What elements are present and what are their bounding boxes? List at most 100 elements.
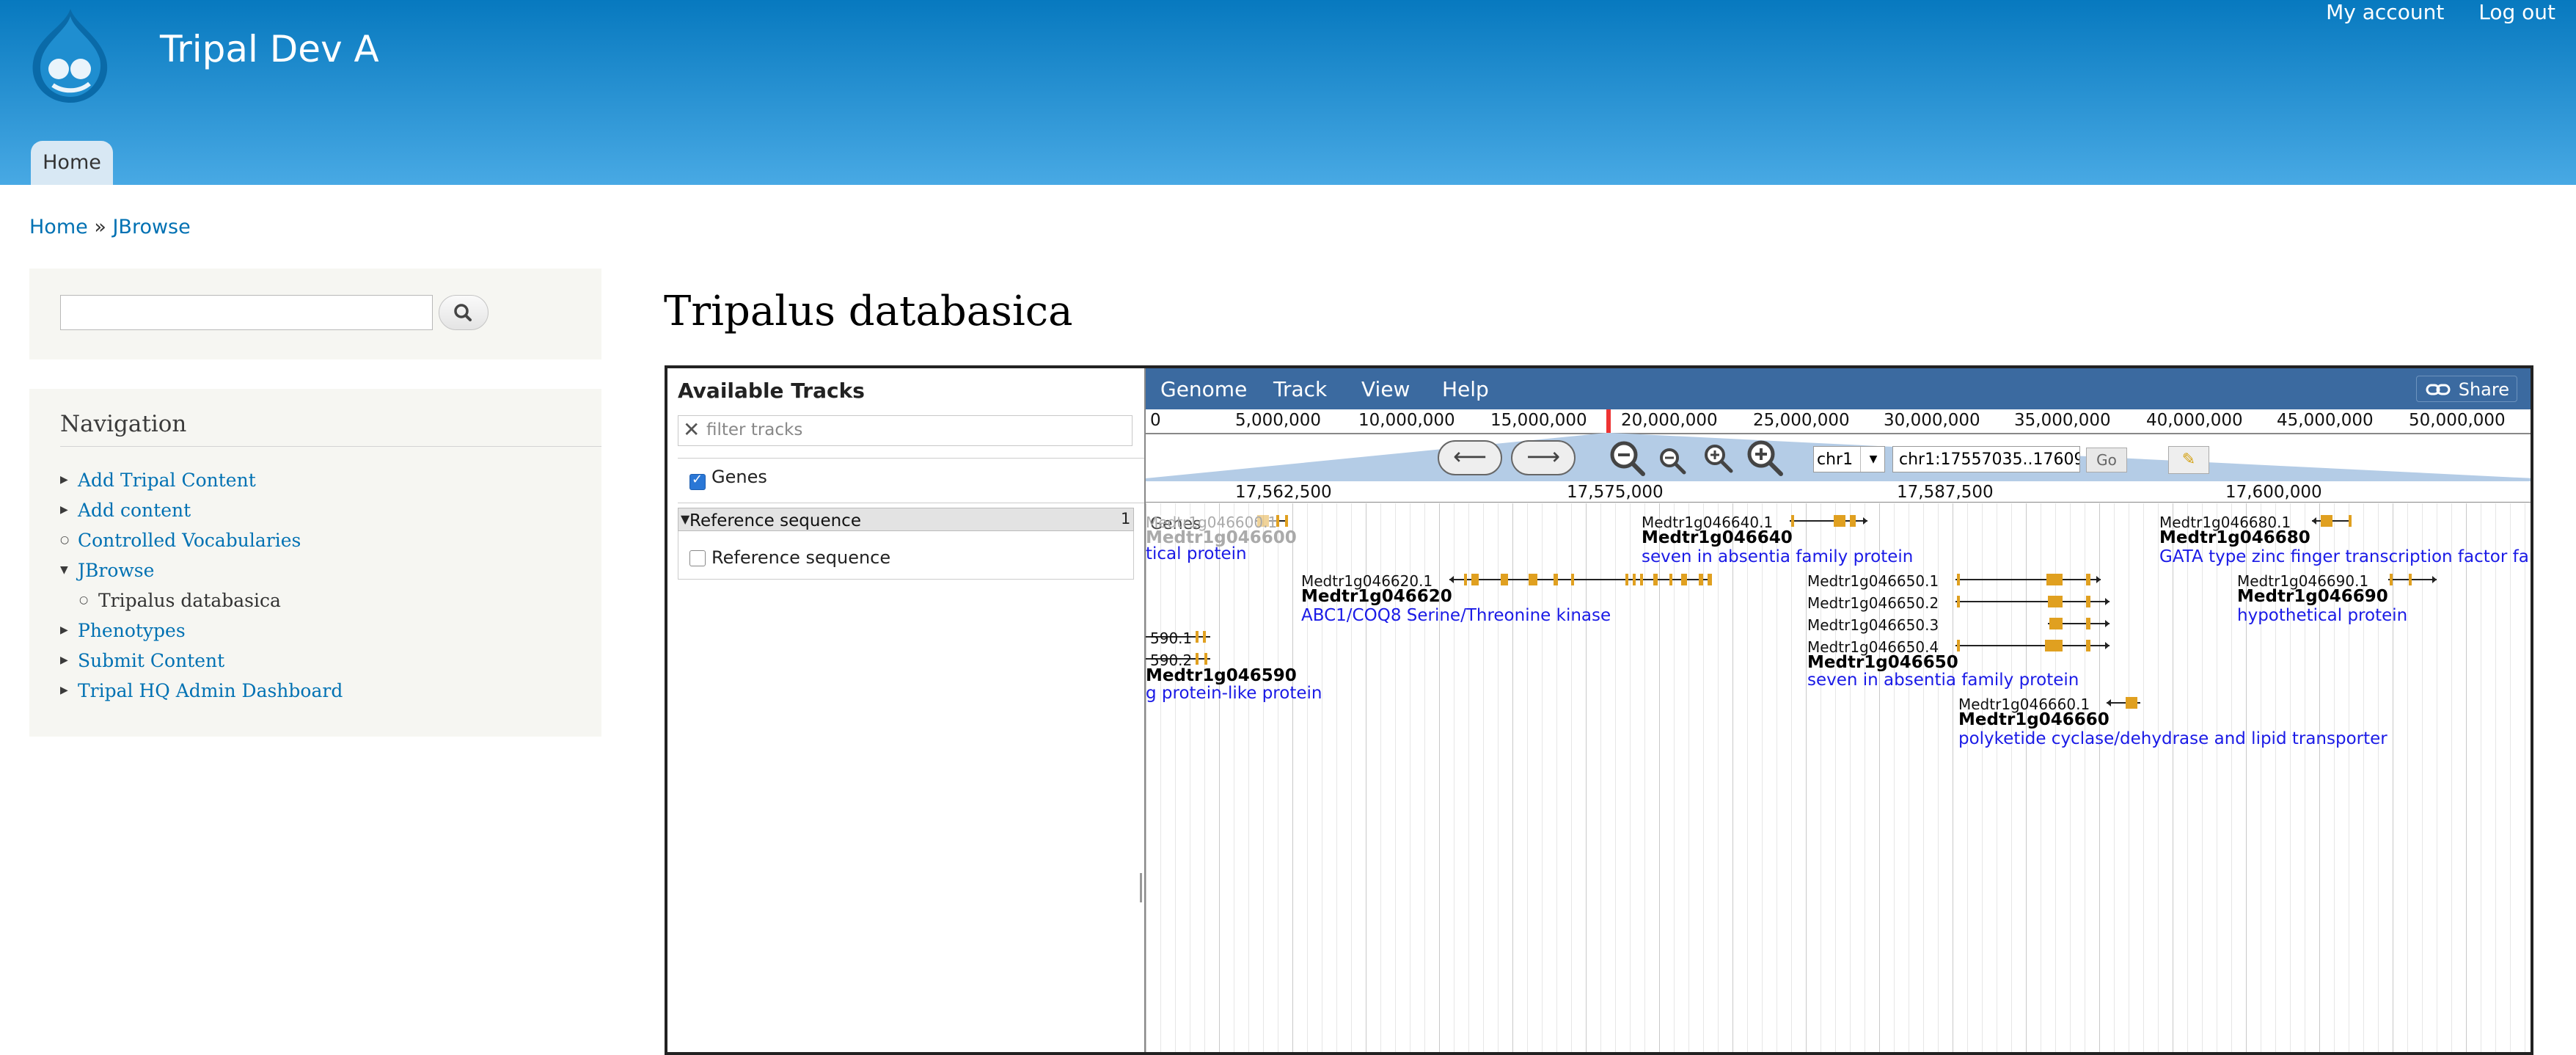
overview-ruler[interactable]: 0 5,000,000 10,000,000 15,000,000 20,000…: [1146, 409, 2531, 434]
feature-name[interactable]: Medtr1g046690: [2237, 587, 2388, 606]
scale-tick: 17,587,500: [1897, 483, 1994, 502]
breadcrumb-separator: »: [94, 216, 106, 238]
genes-track-checkbox[interactable]: [689, 472, 706, 490]
filter-tracks-placeholder: filter tracks: [706, 420, 803, 439]
go-button[interactable]: Go: [2086, 448, 2127, 472]
collapsed-arrow-icon: ▶: [60, 654, 68, 666]
filter-tracks-input[interactable]: ✕ filter tracks: [678, 415, 1133, 446]
search-block: [29, 269, 601, 359]
genes-track-area[interactable]: Genes Medtr1g046600.1 Medtr1g046600 tica…: [1146, 503, 2531, 1052]
highlighter-icon: ✎: [2181, 450, 2196, 469]
link-icon: [2426, 384, 2451, 395]
feature-id[interactable]: Medtr1g046650.2: [1807, 594, 1939, 612]
overview-tick: 20,000,000: [1621, 411, 1718, 430]
menu-genome[interactable]: Genome: [1160, 377, 1247, 401]
jbrowse-menubar: Genome Track View Help Share: [1146, 368, 2531, 409]
clear-filter-icon[interactable]: ✕: [683, 417, 700, 442]
menu-view[interactable]: View: [1361, 377, 1410, 401]
feature-description[interactable]: g protein-like protein: [1146, 684, 1322, 703]
search-icon: [454, 304, 472, 321]
log-out-link[interactable]: Log out: [2478, 0, 2555, 24]
overview-tick: 30,000,000: [1884, 411, 1980, 430]
scale-tick: 17,562,500: [1235, 483, 1332, 502]
reference-sequence-checkbox[interactable]: [689, 550, 706, 566]
feature-description[interactable]: seven in absentia family protein: [1807, 671, 2079, 690]
expanded-arrow-icon: ▼: [60, 564, 68, 576]
overview-tick: 35,000,000: [2014, 411, 2111, 430]
zoom-in-icon[interactable]: [1702, 442, 1734, 474]
breadcrumb-jbrowse-link[interactable]: JBrowse: [112, 216, 190, 238]
zoom-out-large-icon[interactable]: [1608, 439, 1646, 477]
pan-left-button[interactable]: ⟵: [1438, 440, 1502, 475]
feature-name[interactable]: Medtr1g046650: [1807, 653, 1958, 672]
arrow-left-icon: ⟵: [1453, 442, 1487, 470]
feature-name[interactable]: Medtr1g046680: [2159, 528, 2310, 547]
zoom-out-icon[interactable]: [1658, 446, 1687, 475]
overview-tick: 40,000,000: [2146, 411, 2243, 430]
feature-description[interactable]: tical protein: [1146, 544, 1247, 563]
page-title: Tripalus databasica: [664, 288, 1073, 335]
overview-tick: 50,000,000: [2409, 411, 2506, 430]
collapsed-arrow-icon: ▶: [60, 474, 68, 486]
navigation-title: Navigation: [60, 411, 187, 437]
overview-tick: 45,000,000: [2277, 411, 2374, 430]
overview-tick: 15,000,000: [1490, 411, 1587, 430]
feature-description[interactable]: ABC1/COQ8 Serine/Threonine kinase: [1301, 606, 1611, 625]
scale-tick: 17,600,000: [2225, 483, 2322, 502]
breadcrumb: Home » JBrowse: [29, 216, 191, 238]
leaf-circle-icon: ○: [60, 534, 70, 546]
feature-description[interactable]: hypothetical protein: [2237, 606, 2407, 625]
menu-help[interactable]: Help: [1442, 377, 1489, 401]
overview-location-marker[interactable]: [1606, 409, 1611, 433]
collapsed-arrow-icon: ▶: [60, 685, 68, 696]
navigation-block: Navigation ▶ Add Tripal Content ▶ Add co…: [29, 389, 601, 737]
reference-sequence-category-label[interactable]: Reference sequence: [689, 511, 861, 530]
feature-id[interactable]: Medtr1g046650.3: [1807, 616, 1939, 634]
drupal-logo-icon[interactable]: [26, 7, 114, 106]
reference-sequence-value: chr1: [1817, 450, 1854, 469]
overview-tick: 5,000,000: [1235, 411, 1322, 430]
breadcrumb-home-link[interactable]: Home: [29, 216, 88, 238]
available-tracks-title: Available Tracks: [678, 379, 865, 403]
feature-description[interactable]: seven in absentia family protein: [1642, 547, 1913, 566]
arrow-right-icon: ⟶: [1526, 442, 1560, 470]
share-label: Share: [2458, 379, 2509, 400]
expanded-arrow-icon[interactable]: ▼: [681, 512, 689, 526]
search-button[interactable]: [439, 295, 489, 330]
highlight-button[interactable]: ✎: [2168, 446, 2209, 474]
chevron-down-icon[interactable]: ▼: [1860, 447, 1886, 472]
location-input[interactable]: chr1:17557035..17609799 (52.77: [1892, 446, 2080, 472]
reference-sequence-track-label[interactable]: Reference sequence: [711, 547, 890, 568]
scale-bar: 17,562,500 17,575,000 17,587,500 17,600,…: [1146, 483, 2531, 503]
genes-track-label[interactable]: Genes: [711, 467, 767, 487]
tab-home[interactable]: Home: [31, 141, 113, 185]
share-button[interactable]: Share: [2416, 376, 2517, 402]
overview-tick: 10,000,000: [1358, 411, 1455, 430]
zoom-in-large-icon[interactable]: [1744, 437, 1785, 478]
feature-description[interactable]: GATA type zinc finger transcription fact…: [2159, 547, 2531, 566]
feature-name[interactable]: Medtr1g046590: [1146, 666, 1297, 685]
scale-tick: 17,575,000: [1567, 483, 1664, 502]
site-name[interactable]: Tripal Dev A: [160, 28, 379, 70]
jbrowse-viewer: Available Tracks ✕ filter tracks Genes ▼…: [665, 365, 2533, 1055]
site-header: Tripal Dev A My account Log out Home: [0, 0, 2576, 185]
search-input[interactable]: [60, 295, 433, 330]
feature-description[interactable]: polyketide cyclase/dehydrase and lipid t…: [1958, 729, 2387, 748]
location-value: chr1:17557035..17609799 (52.77: [1899, 450, 2079, 469]
my-account-link[interactable]: My account: [2326, 0, 2444, 24]
feature-name[interactable]: Medtr1g046660: [1958, 710, 2110, 729]
collapsed-arrow-icon: ▶: [60, 504, 68, 516]
feature-id[interactable]: 590.1: [1150, 629, 1192, 647]
pan-right-button[interactable]: ⟶: [1511, 440, 1576, 475]
secondary-menu: My account Log out: [2298, 0, 2555, 24]
reference-sequence-count: 1: [1121, 510, 1131, 528]
feature-name[interactable]: Medtr1g046620: [1301, 587, 1452, 606]
available-tracks-pane: Available Tracks ✕ filter tracks Genes ▼…: [667, 368, 1146, 1052]
feature-id[interactable]: Medtr1g046650.1: [1807, 572, 1939, 590]
menu-track[interactable]: Track: [1273, 377, 1327, 401]
navigation-divider: [60, 446, 601, 447]
feature-name[interactable]: Medtr1g046640: [1642, 528, 1793, 547]
leaf-circle-icon: ○: [79, 594, 89, 606]
pane-resize-handle[interactable]: [1140, 873, 1142, 902]
overview-tick: 0: [1150, 411, 1161, 430]
